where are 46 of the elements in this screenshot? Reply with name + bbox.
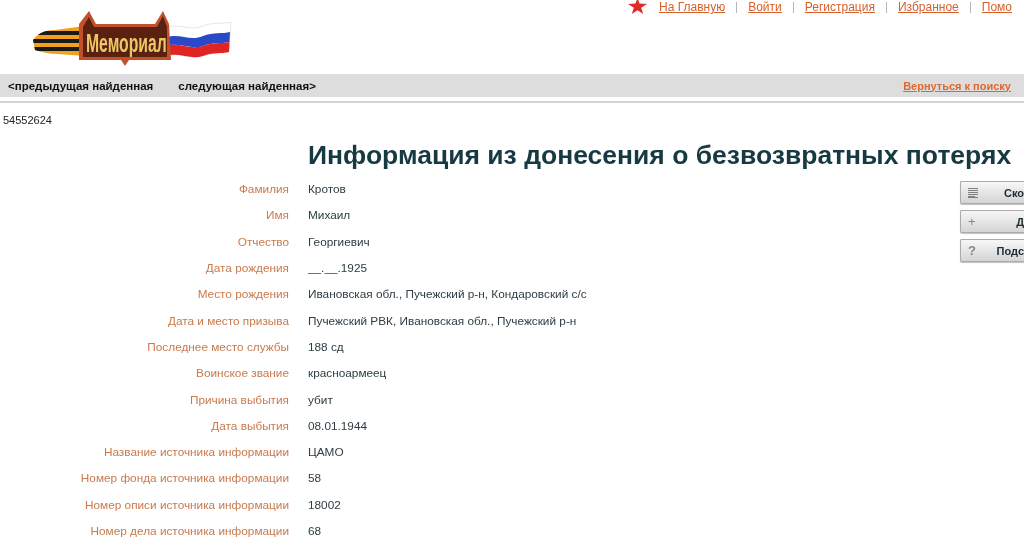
- field-label: Дата рождения: [205, 261, 289, 276]
- nav-link[interactable]: Помо: [981, 0, 1012, 15]
- field-label: Название источника информации: [103, 445, 289, 460]
- previous-link[interactable]: <предыдущая найденная: [8, 79, 154, 92]
- field-label: Последнее место службы: [147, 339, 289, 354]
- field-value: ЦАМО: [308, 445, 344, 460]
- field-label: Воинское звание: [196, 366, 289, 381]
- field-value: 58: [308, 471, 322, 486]
- side-button[interactable]: + Д: [960, 210, 1024, 233]
- plus-icon: +: [968, 215, 976, 228]
- lines-icon: [968, 187, 978, 198]
- field-value: __.__.1925: [308, 261, 368, 276]
- field-value: Кротов: [308, 182, 346, 197]
- page-title: Информация из донесения о безвозвратных потерях: [308, 140, 1013, 170]
- field-value: Георгиевич: [308, 234, 370, 249]
- side-button[interactable]: ? Подс: [960, 239, 1024, 262]
- field-label: Дата выбытия: [211, 418, 289, 433]
- logo-text: Мемориал: [86, 29, 167, 57]
- field-value: 188 сд: [308, 339, 344, 354]
- record-id: 54552624: [3, 113, 53, 127]
- field-label: Дата и место призыва: [167, 313, 289, 328]
- field-label: Номер дела источника информации: [90, 524, 289, 538]
- field-label: Фамилия: [238, 182, 289, 197]
- field-label: Номер фонда источника информации: [80, 471, 289, 486]
- field-value: красноармеец: [308, 366, 387, 381]
- field-label: Причина выбытия: [189, 392, 289, 407]
- nav-link[interactable]: На Главную: [659, 0, 726, 15]
- field-value: 18002: [308, 497, 341, 512]
- field-label: Номер описи источника информации: [85, 497, 289, 512]
- field-value: убит: [308, 392, 333, 407]
- nav-link[interactable]: Регистрация: [804, 0, 875, 15]
- field-label: Отчество: [237, 234, 289, 249]
- field-value: 08.01.1944: [308, 418, 368, 433]
- field-value: Ивановская обл., Пучежский р-н, Кондаровский с/с: [308, 287, 587, 302]
- next-link[interactable]: следующая найденная>: [178, 79, 316, 92]
- help-icon: ?: [968, 244, 976, 257]
- back-to-search-link[interactable]: Вернуться к поиску: [903, 79, 1011, 92]
- field-label: Место рождения: [197, 287, 289, 302]
- nav-link[interactable]: Войти: [748, 0, 782, 15]
- star-icon: [628, 0, 647, 14]
- field-label: Имя: [266, 208, 289, 223]
- field-value: 68: [308, 524, 322, 538]
- side-button[interactable]: Ско: [960, 181, 1024, 204]
- nav-link[interactable]: Избранное: [897, 0, 959, 15]
- field-value: Михаил: [308, 208, 351, 223]
- field-value: Пучежский РВК, Ивановская обл., Пучежский р-н: [308, 313, 577, 328]
